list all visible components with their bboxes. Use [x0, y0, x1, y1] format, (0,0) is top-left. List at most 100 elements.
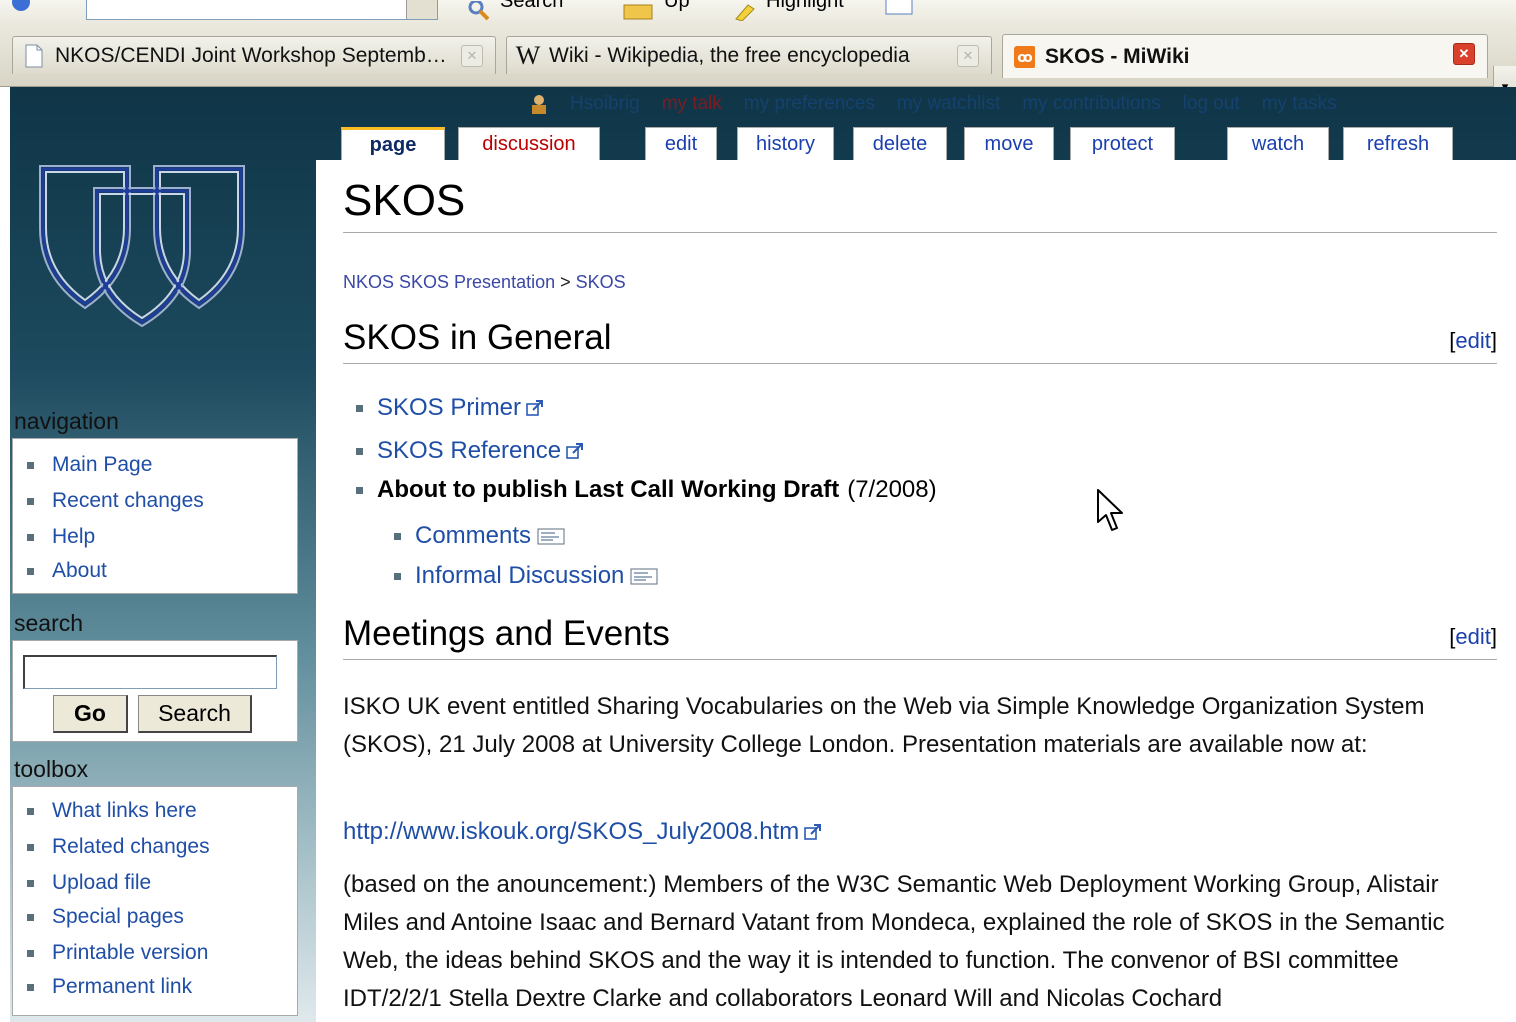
sidebar-item-help[interactable]: Help [27, 525, 95, 549]
external-url: http://www.iskouk.org/SKOS_July2008.htm [343, 818, 822, 846]
mail-icon [537, 528, 565, 544]
section-edit-link: [edit] [1449, 328, 1497, 353]
sidebar-item-label: Related changes [52, 835, 210, 858]
my-talk-link[interactable]: my talk [662, 93, 722, 115]
toolbar-up-label: Up [664, 0, 690, 12]
sidebar-item-label: Permanent link [52, 975, 193, 998]
folder-up-icon [623, 4, 653, 20]
toolbar-search-dropdown[interactable] [406, 0, 437, 19]
user-link[interactable]: Hsoibrig [570, 93, 640, 115]
my-watchlist-link[interactable]: my watchlist [897, 93, 1000, 115]
browser-tab-label: Wiki - Wikipedia, the free encyclopedia [549, 43, 910, 67]
sidebar-item-upload-file[interactable]: Upload file [27, 871, 151, 895]
magnifier-icon [468, 1, 490, 21]
sidebar-item-label: Main Page [52, 453, 153, 476]
browser-tab-label: SKOS - MiWiki [1045, 44, 1190, 68]
list-item: About to publish Last Call Working Draft… [356, 476, 937, 504]
sidebar-item-label: Upload file [52, 871, 152, 894]
edit-section-meetings[interactable]: edit [1455, 624, 1490, 649]
browser-tab-label: NKOS/CENDI Joint Workshop Septemb… [55, 43, 447, 67]
bullet-icon [356, 486, 363, 494]
sidebar-item-about[interactable]: About [27, 559, 107, 583]
toolbar-highlight-button[interactable]: Highlight [734, 0, 844, 26]
toolbar-search-button[interactable]: Search [466, 0, 563, 26]
iskouk-url-link[interactable]: http://www.iskouk.org/SKOS_July2008.htm [343, 818, 799, 846]
toolbox-portlet: What links here Related changes Upload f… [12, 786, 298, 1016]
bullet-icon [27, 807, 34, 815]
sidebar-item-special-pages[interactable]: Special pages [27, 905, 184, 929]
tab-move[interactable]: move [964, 127, 1054, 160]
log-out-link[interactable]: log out [1183, 93, 1240, 115]
bullet-icon [27, 461, 34, 469]
edit-section-general[interactable]: edit [1455, 328, 1490, 353]
sidebar-item-printable-version[interactable]: Printable version [27, 941, 208, 965]
toolbox-heading: toolbox [14, 756, 89, 782]
bullet-icon [27, 843, 34, 851]
tab-edit[interactable]: edit [645, 127, 717, 160]
tab-delete[interactable]: delete [853, 127, 947, 160]
sidebar-item-label: Printable version [52, 941, 209, 964]
tab-watch[interactable]: watch [1227, 127, 1329, 160]
sidebar-item-what-links-here[interactable]: What links here [27, 799, 197, 823]
my-preferences-link[interactable]: my preferences [744, 93, 875, 115]
svg-text:ꝏ: ꝏ [1017, 50, 1032, 66]
search-input[interactable] [23, 655, 277, 689]
sidebar-item-recent-changes[interactable]: Recent changes [27, 489, 204, 513]
skos-reference-link[interactable]: SKOS Reference [377, 437, 561, 465]
breadcrumb-parent-link[interactable]: NKOS SKOS Presentation [343, 272, 555, 292]
navigation-heading: navigation [14, 408, 119, 434]
tab-discussion[interactable]: discussion [458, 127, 600, 160]
toolbar-page-icon[interactable] [884, 0, 914, 26]
wikipedia-icon: W [515, 40, 541, 70]
toolbar-up-button[interactable]: Up [622, 0, 690, 26]
go-button[interactable]: Go [53, 695, 128, 733]
tab-refresh[interactable]: refresh [1343, 127, 1453, 160]
sidebar-item-label: Special pages [52, 905, 184, 928]
last-call-date: (7/2008) [847, 476, 937, 503]
my-contributions-link[interactable]: my contributions [1022, 93, 1160, 115]
bullet-icon [394, 532, 401, 540]
toolbar-search-label: Search [500, 0, 564, 12]
search-heading: search [14, 610, 84, 636]
bullet-icon [27, 983, 34, 991]
search-button[interactable]: Search [138, 695, 252, 733]
close-tab-icon[interactable]: ✕ [461, 45, 483, 67]
last-call-notice: About to publish Last Call Working Draft [377, 476, 840, 503]
browser-tab-nkos[interactable]: NKOS/CENDI Joint Workshop Septemb… ✕ [12, 36, 496, 74]
list-item: SKOS Primer [356, 394, 544, 422]
close-tab-icon[interactable]: ✕ [1453, 43, 1475, 65]
bullet-icon [356, 404, 363, 412]
section-heading-general: SKOS in General [edit] [343, 318, 1497, 364]
site-logo[interactable] [34, 158, 250, 328]
highlighter-icon [735, 4, 755, 21]
sidebar-item-label: Recent changes [52, 489, 204, 512]
skos-primer-link[interactable]: SKOS Primer [377, 394, 521, 422]
external-link-icon [526, 399, 544, 416]
sidebar-item-permanent-link[interactable]: Permanent link [27, 975, 192, 999]
toolbar-search-input[interactable] [86, 0, 438, 20]
sidebar-item-main-page[interactable]: Main Page [27, 453, 152, 477]
bullet-icon [394, 572, 401, 580]
section-heading-meetings: Meetings and Events [edit] [343, 614, 1497, 660]
comments-link[interactable]: Comments [415, 522, 531, 550]
browser-tab-skos[interactable]: ꝏ SKOS - MiWiki ✕ [1002, 34, 1488, 78]
breadcrumb-current-link[interactable]: SKOS [576, 272, 626, 292]
search-portlet: Go Search [12, 640, 298, 742]
bullet-icon [356, 447, 363, 455]
bullet-icon [27, 567, 34, 575]
tab-protect[interactable]: protect [1070, 127, 1175, 160]
tab-page[interactable]: page [341, 127, 445, 161]
tab-history[interactable]: history [737, 127, 834, 160]
user-toolbar: Hsoibrig my talk my preferences my watch… [530, 92, 1500, 116]
sidebar-item-label: Help [52, 525, 96, 548]
navigation-portlet: Main Page Recent changes Help About [12, 438, 298, 594]
close-tab-icon[interactable]: ✕ [957, 45, 979, 67]
list-item: Informal Discussion [394, 562, 658, 590]
browser-tab-wikipedia[interactable]: W Wiki - Wikipedia, the free encyclopedi… [506, 36, 992, 74]
my-tasks-link[interactable]: my tasks [1262, 93, 1337, 115]
informal-discussion-link[interactable]: Informal Discussion [415, 562, 624, 590]
bullet-icon [27, 879, 34, 887]
sidebar-item-related-changes[interactable]: Related changes [27, 835, 210, 859]
google-icon[interactable] [10, 0, 32, 18]
browser-toolbar: Search Up Highlight [0, 0, 1516, 31]
